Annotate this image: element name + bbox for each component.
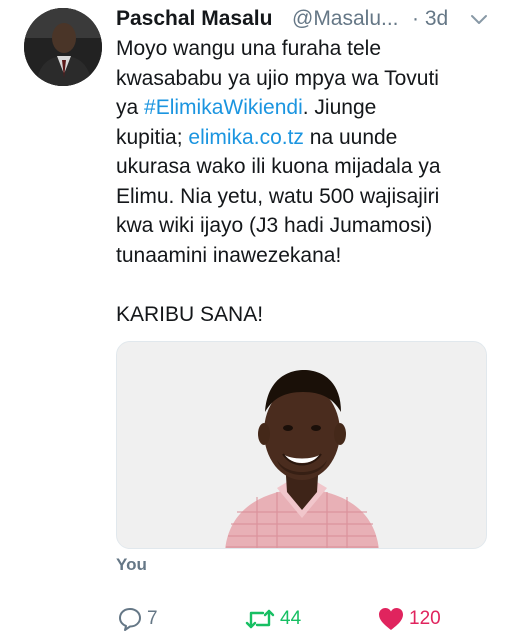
retweet-icon	[244, 606, 280, 632]
like-count: 120	[409, 608, 441, 629]
tweet-photo[interactable]	[116, 341, 487, 549]
avatar[interactable]	[24, 8, 102, 86]
reply-count: 7	[147, 608, 158, 629]
hashtag-link[interactable]: #ElimikaWikiendi	[144, 96, 303, 119]
text-line: kwasababu ya ujio mpya wa Tovuti	[116, 66, 439, 90]
like-button[interactable]: 120	[377, 604, 441, 634]
text-fragment: na uunde	[309, 125, 398, 149]
line-break	[116, 270, 496, 300]
text-line: kupitia; elimika.co.tz na uunde	[116, 123, 496, 153]
text-line: KARIBU SANA!	[116, 302, 264, 326]
chevron-down-icon[interactable]	[468, 7, 490, 29]
text-line: kwa wiki ijayo (J3 hadi Jumamosi)	[116, 214, 433, 237]
timestamp[interactable]: · 3d	[412, 2, 448, 36]
heart-icon	[377, 606, 409, 632]
text-fragment: .	[302, 96, 315, 119]
text-fragment: ya	[116, 96, 139, 119]
text-fragment: Jiunge	[314, 96, 377, 119]
retweet-count: 44	[280, 608, 302, 629]
tweet-actions: 7 44 120	[0, 600, 511, 640]
author-name[interactable]: Paschal Masalu	[116, 2, 272, 36]
text-line: ya #ElimikaWikiendi. Jiunge	[116, 93, 496, 123]
author-handle[interactable]: @Masalu...	[292, 2, 399, 36]
text-line: Moyo wangu una furaha tele	[116, 37, 382, 60]
reply-button[interactable]: 7	[117, 604, 158, 634]
retweet-button[interactable]: 44	[244, 604, 301, 634]
text-line: Elimu. Nia yetu, watu 500 wajisajiri	[116, 184, 440, 208]
tweet-text: Moyo wangu una furaha tele kwasababu ya …	[116, 34, 496, 329]
reply-icon	[117, 606, 147, 632]
text-fragment: kupitia;	[116, 125, 183, 149]
tweet[interactable]: Paschal Masalu @Masalu... · 3d Moyo wang…	[0, 0, 511, 640]
text-line: tunaamini inawezekana!	[116, 243, 342, 267]
tweet-header: Paschal Masalu @Masalu... · 3d	[116, 2, 506, 36]
text-line: ukurasa wako ili kuona mijadala ya	[116, 155, 441, 178]
url-link[interactable]: elimika.co.tz	[188, 126, 304, 149]
tagged-user-label[interactable]: You	[116, 555, 147, 575]
